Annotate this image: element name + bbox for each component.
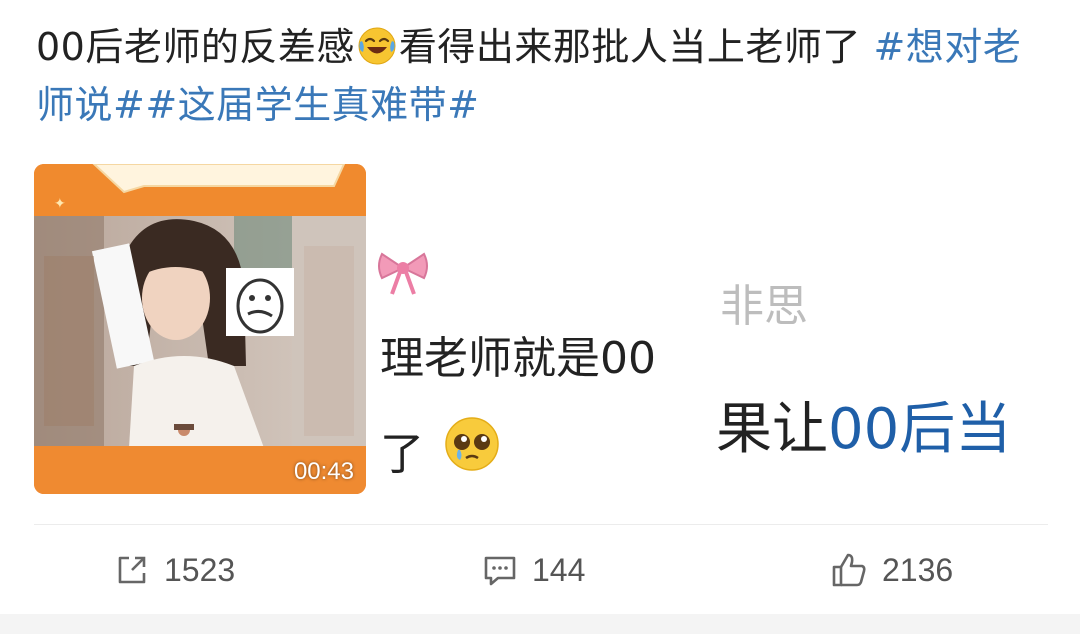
- svg-text:✦: ✦: [54, 196, 66, 212]
- divider: [34, 524, 1048, 525]
- video-still-illustration: [34, 216, 366, 448]
- video-duration: 00:43: [293, 458, 354, 485]
- overlay-faint-text: 非思: [720, 281, 808, 332]
- post-text-part-2: 看得出来那批人当上老师了: [398, 25, 874, 69]
- media-row: ✦ 00:43 理老师就是00 了 非思 果让00后当: [0, 160, 1080, 500]
- speech-bubble-graphic: ✦: [54, 164, 346, 212]
- overlay-caption-line-2: 了: [380, 429, 424, 480]
- laughing-crying-emoji-icon: [358, 27, 396, 65]
- action-bar: 1523 144 2136: [0, 540, 1080, 600]
- post-text: 00后老师的反差感 看得出来那批人当上老师了 #想对老师说##这届学生真难带#: [36, 18, 1036, 134]
- bottom-separator: [0, 614, 1080, 634]
- hashtag-link[interactable]: #这届学生真难带#: [145, 83, 479, 127]
- video-thumbnail[interactable]: ✦ 00:43: [34, 164, 366, 494]
- overlay-caption-blue: 00后当: [828, 397, 1012, 462]
- video-frame: [34, 216, 366, 448]
- post-text-part-1: 00后老师的反差感: [36, 25, 355, 69]
- overlay-caption-line-3: 果让00后当: [716, 384, 1046, 465]
- video-top-band: ✦: [34, 164, 366, 216]
- overlay-caption-line-1: 理老师就是00: [380, 333, 656, 384]
- share-icon: [118, 556, 146, 584]
- overlay-caption-black: 果让: [716, 397, 828, 462]
- like-button[interactable]: 2136: [830, 540, 953, 600]
- comment-count: 144: [532, 551, 586, 588]
- comment-icon: [484, 556, 516, 586]
- pleading-face-icon: [445, 417, 499, 471]
- repost-count: 1523: [164, 551, 236, 588]
- comment-button[interactable]: 144: [482, 540, 585, 600]
- thumbs-up-icon: [832, 553, 866, 587]
- like-count: 2136: [882, 551, 954, 588]
- weibo-post: 00后老师的反差感 看得出来那批人当上老师了 #想对老师说##这届学生真难带# …: [0, 0, 1080, 634]
- pink-bow-icon: [378, 252, 428, 295]
- repost-button[interactable]: 1523: [114, 540, 235, 600]
- image-text-overlay[interactable]: 理老师就是00 了 非思 果让00后当: [366, 160, 1066, 500]
